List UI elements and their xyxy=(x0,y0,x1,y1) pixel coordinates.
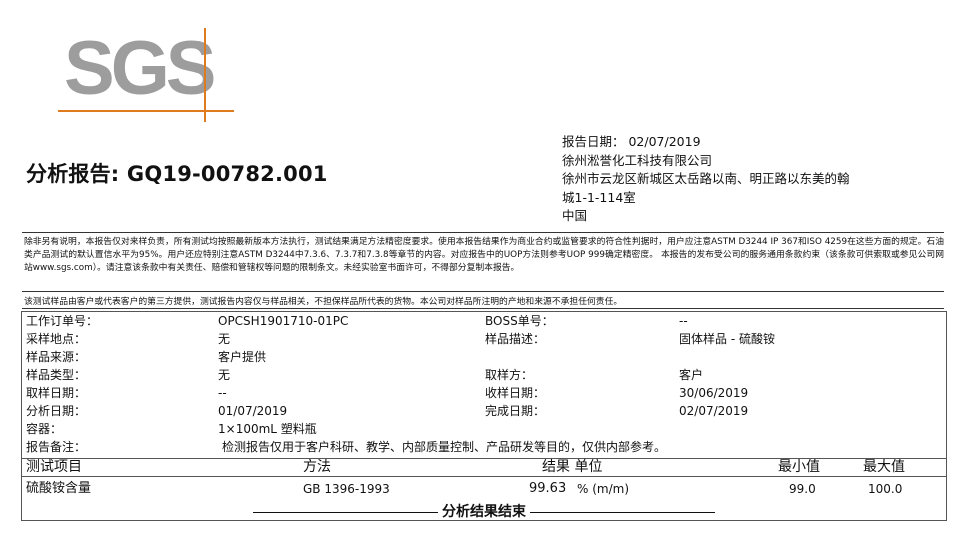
row-unit: % (m/m) xyxy=(577,482,630,496)
end-text: 分析结果结束 xyxy=(442,504,526,520)
end-dash-right xyxy=(530,511,715,513)
row-test-item: 硫酸铵含量 xyxy=(26,481,92,496)
divider-bottom xyxy=(22,308,944,309)
info-row: 取样日期： -- 收样日期： 30/06/2019 xyxy=(22,385,946,402)
info-value: -- xyxy=(218,386,227,400)
header-test-item: 测试项目 xyxy=(26,459,82,475)
info-value: -- xyxy=(679,314,688,328)
info-value: 无 xyxy=(218,368,231,382)
info-label: 样品描述： xyxy=(485,332,546,346)
divider-middle xyxy=(22,291,944,292)
row-max: 100.0 xyxy=(868,482,903,496)
logo-text: SGS xyxy=(64,26,216,111)
info-row: 报告备注： 检测报告仅用于客户科研、教学、内部质量控制、产品研发等目的，仅供内部… xyxy=(22,439,946,456)
sgs-logo: SGS xyxy=(58,26,236,124)
info-value: OPCSH1901710-01PC xyxy=(218,314,349,328)
results-header: 测试项目 方法 结果 单位 最小值 最大值 xyxy=(22,458,946,477)
row-result: 99.63 xyxy=(529,481,567,496)
end-of-results: 分析结果结束 xyxy=(22,501,946,521)
logo-underline xyxy=(58,110,234,112)
info-row: 样品类型： 无 取样方： 客户 xyxy=(22,367,946,384)
info-row: 容器： 1×100mL 塑料瓶 xyxy=(22,421,946,438)
address-line-2: 城1-1-114室 xyxy=(562,189,636,205)
info-value: 30/06/2019 xyxy=(679,386,749,400)
info-row: 采样地点： 无 样品描述： 固体样品 - 硫酸铵 xyxy=(22,331,946,348)
report-remarks: 检测报告仅用于客户科研、教学、内部质量控制、产品研发等目的，仅供内部参考。 xyxy=(222,440,667,454)
client-address-block: 报告日期： 02/07/2019 徐州淞誉化工科技有限公司 徐州市云龙区新城区太… xyxy=(562,133,850,226)
info-label: BOSS单号： xyxy=(485,314,554,328)
results-table: 测试项目 方法 结果 单位 最小值 最大值 硫酸铵含量 GB 1396-1993… xyxy=(21,458,947,521)
info-row: 样品来源： 客户提供 xyxy=(22,349,946,366)
divider-top xyxy=(22,232,944,233)
info-label: 收样日期： xyxy=(485,386,546,400)
info-label: 取样方： xyxy=(485,368,534,382)
address-country: 中国 xyxy=(562,208,588,223)
row-min: 99.0 xyxy=(789,482,816,496)
logo-vertical-line xyxy=(204,28,206,122)
info-value: 1×100mL 塑料瓶 xyxy=(218,422,317,436)
company-name: 徐州淞誉化工科技有限公司 xyxy=(562,152,713,168)
info-label: 样品类型： xyxy=(26,368,87,382)
info-label: 工作订单号： xyxy=(26,314,99,328)
address-line-1: 徐州市云龙区新城区太岳路以南、明正路以东美的翰 xyxy=(562,171,850,186)
header-result-unit: 结果 单位 xyxy=(542,459,603,475)
info-label: 分析日期： xyxy=(26,404,87,418)
info-row: 分析日期： 01/07/2019 完成日期： 02/07/2019 xyxy=(22,403,946,420)
info-value: 客户 xyxy=(679,368,704,382)
info-label: 样品来源： xyxy=(26,350,87,364)
info-value: 客户提供 xyxy=(218,350,267,364)
disclaimer-text: 除非另有说明，本报告仅对来样负责，所有测试均按照最新版本方法执行，测试结果满足方… xyxy=(24,237,944,273)
header-min: 最小值 xyxy=(778,459,820,475)
report-date: 报告日期： 02/07/2019 xyxy=(562,134,701,149)
table-row: 硫酸铵含量 GB 1396-1993 99.63 % (m/m) 99.0 10… xyxy=(22,480,946,498)
info-row: 工作订单号： OPCSH1901710-01PC BOSS单号： -- xyxy=(22,313,946,330)
header-max: 最大值 xyxy=(863,459,905,475)
info-label: 报告备注： xyxy=(26,440,87,454)
report-title: 分析报告: GQ19-00782.001 xyxy=(26,162,328,186)
info-label: 完成日期： xyxy=(485,404,546,418)
info-value: 02/07/2019 xyxy=(679,404,749,418)
header-method: 方法 xyxy=(303,459,331,475)
sample-notice: 该测试样品由客户或代表客户的第三方提供，测试报告内容仅与样品相关，不担保样品所代… xyxy=(24,297,623,307)
info-label: 容器： xyxy=(26,422,63,436)
info-value: 无 xyxy=(218,332,231,346)
info-label: 取样日期： xyxy=(26,386,87,400)
end-dash-left xyxy=(253,511,438,513)
row-method: GB 1396-1993 xyxy=(303,482,390,496)
sample-info-box: 工作订单号： OPCSH1901710-01PC BOSS单号： -- 采样地点… xyxy=(21,311,947,459)
info-value: 01/07/2019 xyxy=(218,404,288,418)
info-label: 采样地点： xyxy=(26,332,87,346)
info-value: 固体样品 - 硫酸铵 xyxy=(679,332,775,346)
